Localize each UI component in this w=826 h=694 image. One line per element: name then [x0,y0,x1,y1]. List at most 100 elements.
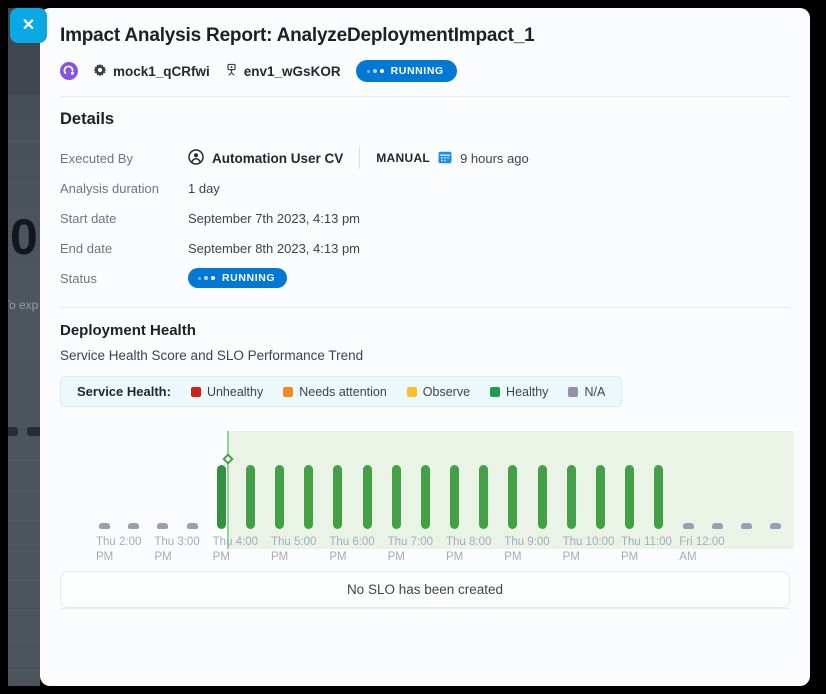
screen: 0 To exp Impact Analysis Report: Analyze… [0,0,826,694]
legend-item-n-a: N/A [568,385,605,399]
impact-analysis-modal: Impact Analysis Report: AnalyzeDeploymen… [40,8,810,686]
axis-tick-label [738,535,796,565]
healthy-bar [217,465,226,529]
chart-slot[interactable] [178,431,207,529]
legend-title: Service Health: [77,384,171,399]
chart-slot[interactable] [382,431,411,529]
chart-slot[interactable] [353,431,382,529]
status-badge-label: RUNNING [391,65,444,77]
axis-tick-label: Thu 10:00PM [563,535,621,565]
na-bar [157,523,168,529]
chart-slot[interactable] [236,431,265,529]
chart-slot[interactable] [90,431,119,529]
chart-slot[interactable] [586,431,615,529]
chart-slot[interactable] [644,431,673,529]
background-partial-text: To exp [8,298,38,312]
healthy-bar [538,465,547,529]
axis-tick-label: Thu 7:00PM [388,535,446,565]
axis-tick-label: Thu 4:00PM [213,535,271,565]
healthy-bar [304,465,313,529]
chart-slot[interactable] [207,431,236,529]
legend-item-observe: Observe [407,385,470,399]
deployment-health-section: Deployment Health Service Health Score a… [40,308,810,609]
status-value-label: RUNNING [222,272,275,284]
modal-header: Impact Analysis Report: AnalyzeDeploymen… [40,8,810,96]
status-label: Status [60,271,188,286]
executed-by-label: Executed By [60,151,188,166]
legend-item-label: Needs attention [299,385,387,399]
chart-axis-labels: Thu 2:00PMThu 3:00PMThu 4:00PMThu 5:00PM… [96,535,796,565]
pipeline-link[interactable]: mock1_qCRfwi [93,63,210,80]
healthy-bar [333,465,342,529]
trigger-type: MANUAL [376,151,430,165]
chart-slot[interactable] [411,431,440,529]
value-separator [359,147,360,169]
legend-item-label: Observe [423,385,470,399]
legend-items: UnhealthyNeeds attentionObserveHealthyN/… [191,385,605,399]
chart-slot[interactable] [615,431,644,529]
service-health-legend: Service Health: UnhealthyNeeds attention… [60,376,622,407]
chart-slot[interactable] [673,431,702,529]
chart-slot[interactable] [703,431,732,529]
footer-divider [60,608,790,609]
end-date-label: End date [60,241,188,256]
chart-slot[interactable] [528,431,557,529]
axis-tick-label: Thu 11:00PM [621,535,679,565]
na-bar [770,523,781,529]
background-divider [8,140,40,141]
analysis-duration-label: Analysis duration [60,181,188,196]
analysis-duration-row: Analysis duration 1 day [60,173,790,203]
service-health-chart: Thu 2:00PMThu 3:00PMThu 4:00PMThu 5:00PM… [60,417,790,563]
background-pills [8,427,40,436]
slo-empty-message: No SLO has been created [60,571,790,608]
running-dots-icon [367,69,384,73]
chart-slot[interactable] [323,431,352,529]
chart-slot[interactable] [294,431,323,529]
chart-slot[interactable] [148,431,177,529]
axis-tick-label: Thu 8:00PM [446,535,504,565]
healthy-bar [421,465,430,529]
environment-link[interactable]: env1_wGsKOR [225,63,341,80]
status-value-badge: RUNNING [188,268,287,288]
axis-tick-label: Thu 9:00PM [504,535,562,565]
chart-slot[interactable] [761,431,790,529]
pipeline-icon [60,62,78,80]
healthy-bar [450,465,459,529]
healthy-bar [392,465,401,529]
chart-slot[interactable] [498,431,527,529]
na-bar [187,523,198,529]
close-button[interactable]: ✕ [10,8,47,43]
start-date-row: Start date September 7th 2023, 4:13 pm [60,203,790,233]
axis-tick-label: Thu 5:00PM [271,535,329,565]
end-date-row: End date September 8th 2023, 4:13 pm [60,233,790,263]
healthy-bar [596,465,605,529]
healthy-bar [275,465,284,529]
healthy-bar [625,465,634,529]
deployment-health-subtitle: Service Health Score and SLO Performance… [60,348,790,363]
deployment-health-heading: Deployment Health [60,322,790,339]
page-title: Impact Analysis Report: AnalyzeDeploymen… [60,25,790,47]
legend-swatch-icon [490,387,500,397]
healthy-bar [567,465,576,529]
na-bar [683,523,694,529]
legend-swatch-icon [191,387,201,397]
chart-slot[interactable] [440,431,469,529]
legend-item-healthy: Healthy [490,385,548,399]
healthy-bar [508,465,517,529]
chart-slot[interactable] [469,431,498,529]
start-date-value: September 7th 2023, 4:13 pm [188,211,360,226]
executed-by-row: Executed By Automation User CV MANUAL 9 … [60,143,790,173]
running-dots-icon [198,276,215,280]
gear-icon [93,63,107,80]
chart-slot[interactable] [119,431,148,529]
status-badge: RUNNING [356,60,457,82]
healthy-bar [363,465,372,529]
chart-slot[interactable] [732,431,761,529]
user-icon [188,149,204,168]
chart-slot[interactable] [557,431,586,529]
chart-slot[interactable] [265,431,294,529]
na-bar [128,523,139,529]
status-row: Status RUNNING [60,263,790,293]
healthy-bar [246,465,255,529]
chart-slots [90,431,790,529]
